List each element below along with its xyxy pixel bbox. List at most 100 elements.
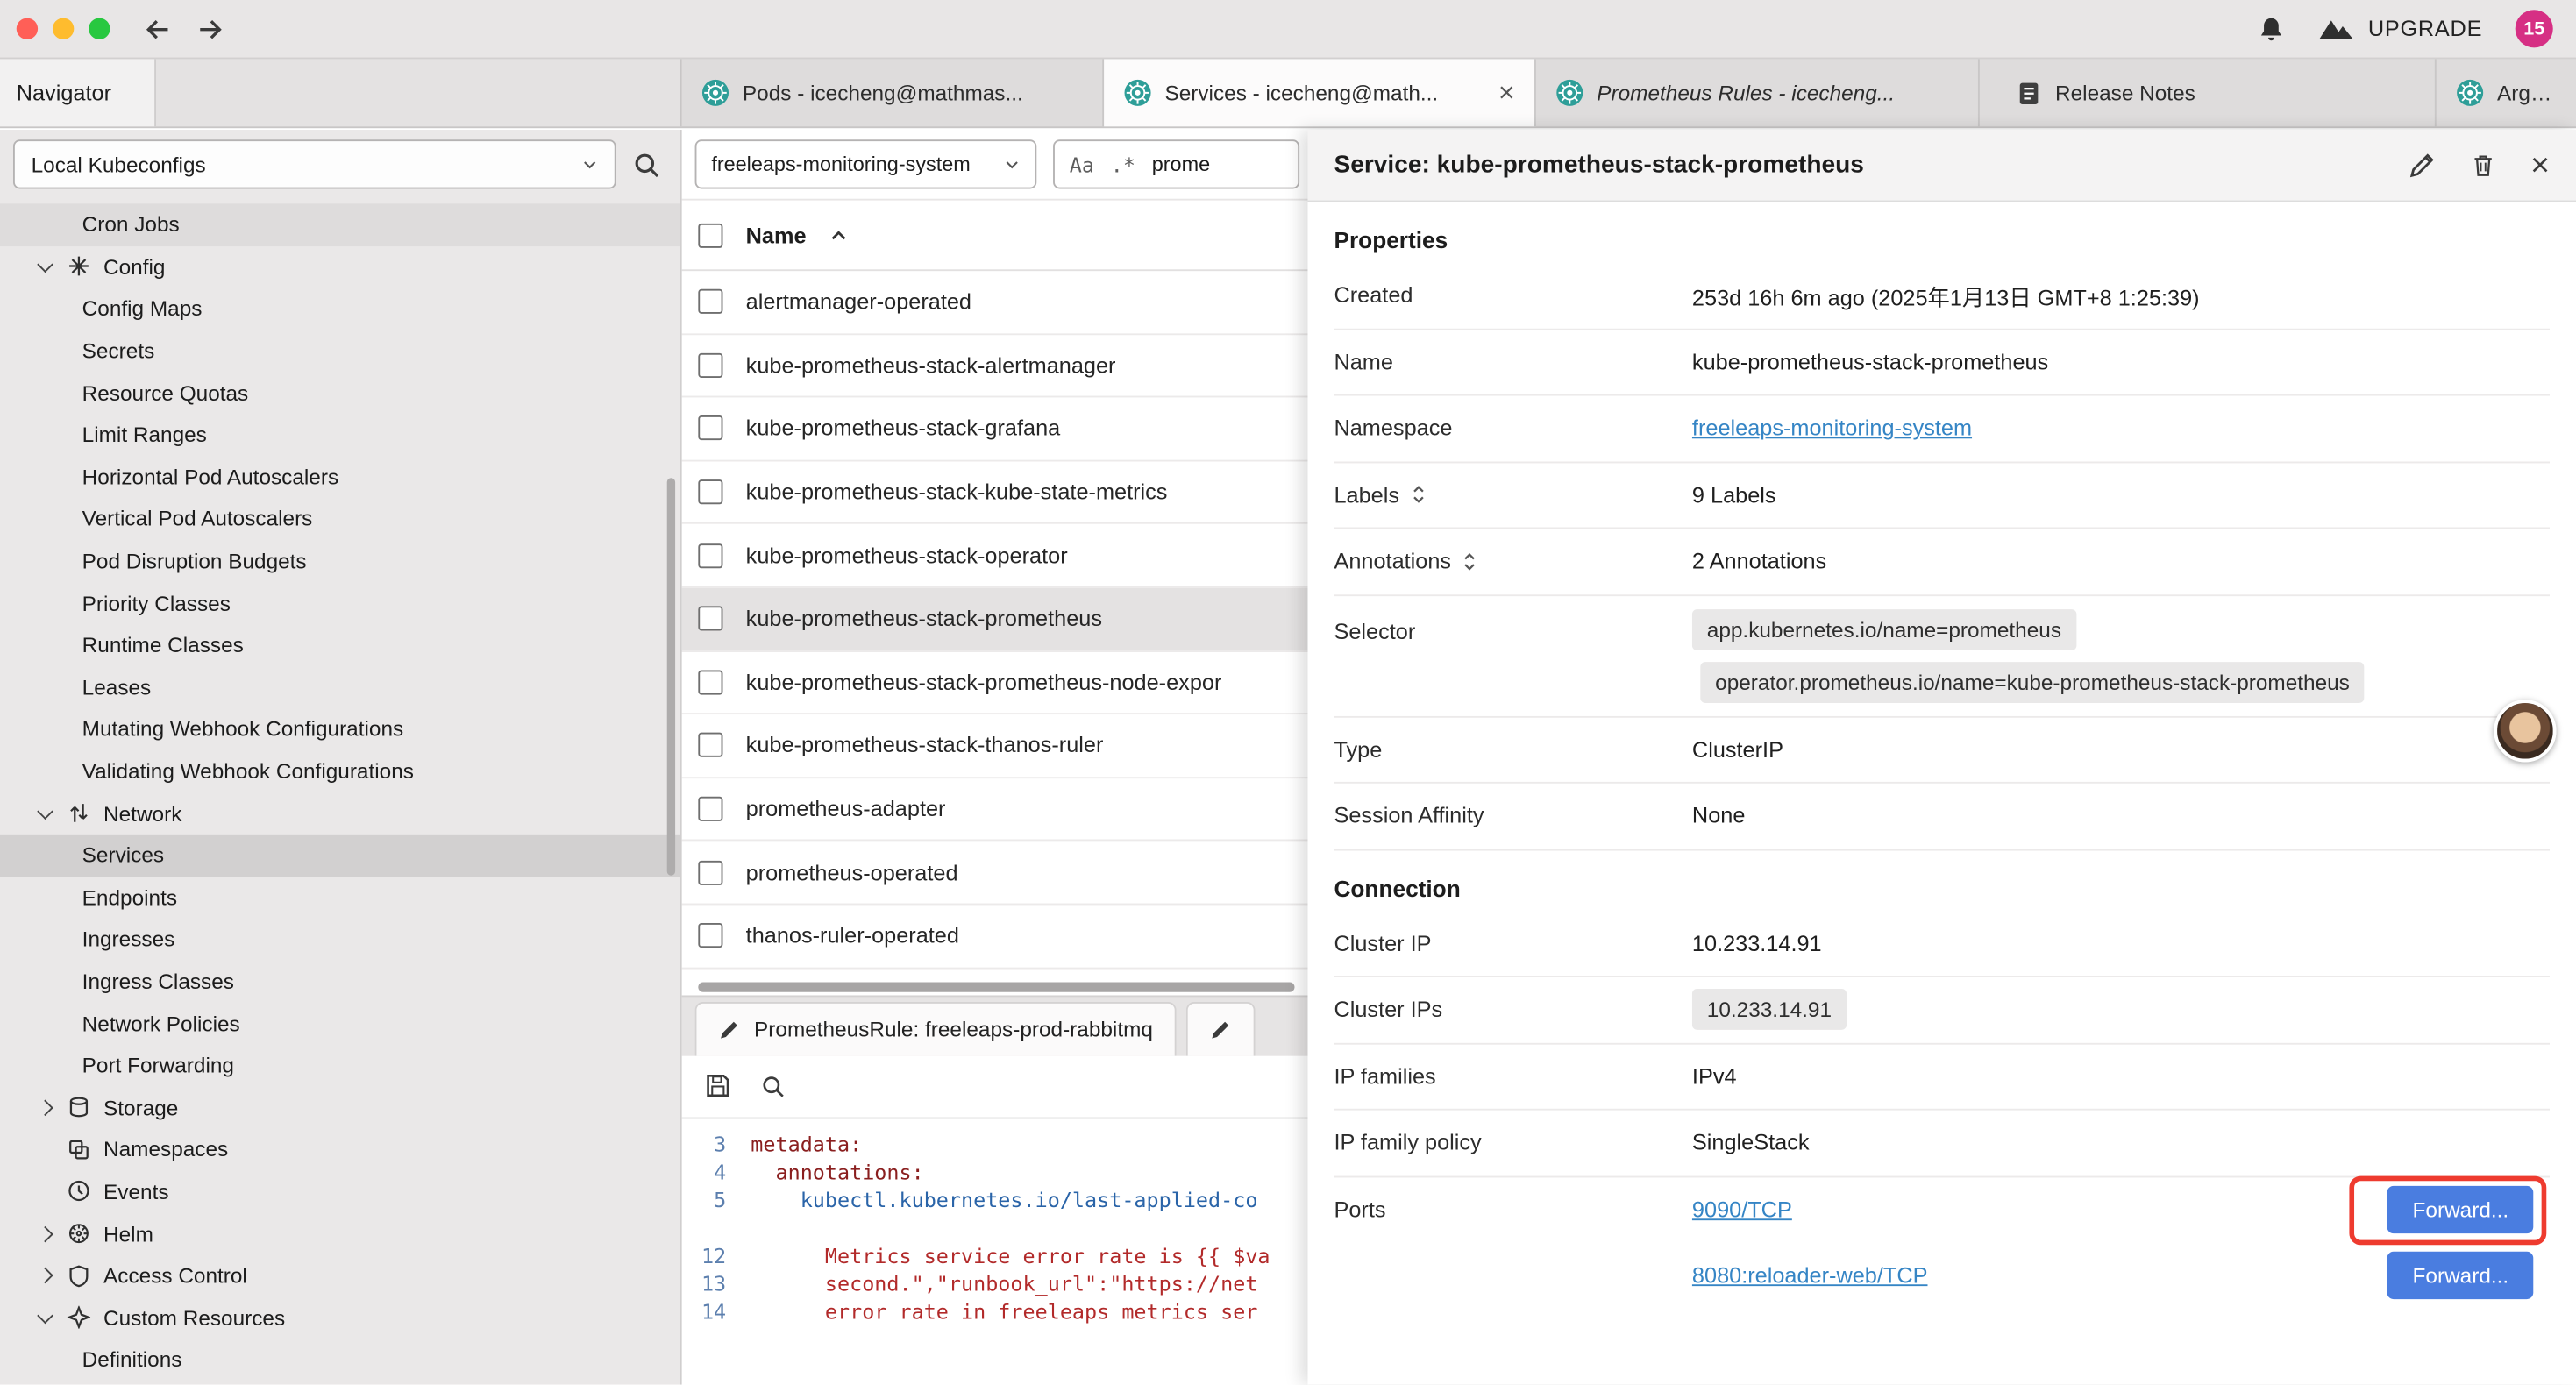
annotations-count[interactable]: 2 Annotations (1692, 549, 1826, 573)
table-row[interactable]: alertmanager-operated (682, 271, 1308, 334)
connection-section-heading: Connection (1334, 875, 2550, 901)
row-checkbox[interactable] (698, 607, 722, 631)
tab-navigator[interactable]: Navigator (0, 59, 156, 126)
delete-icon[interactable] (2472, 151, 2496, 179)
regex-toggle[interactable]: .* (1111, 152, 1135, 176)
user-avatar[interactable] (2494, 700, 2556, 762)
list-search-input[interactable]: Aa .* prome (1053, 139, 1299, 188)
forward-button[interactable] (196, 14, 225, 44)
sidebar-item-vertical-pod-autoscalers[interactable]: Vertical Pod Autoscalers (0, 498, 680, 540)
notifications-bell-icon[interactable] (2258, 14, 2286, 44)
sidebar-item-horizontal-pod-autoscalers[interactable]: Horizontal Pod Autoscalers (0, 456, 680, 498)
horizontal-scrollbar[interactable] (682, 978, 1308, 995)
table-row[interactable]: kube-prometheus-stack-prometheus-node-ex… (682, 651, 1308, 714)
match-case-toggle[interactable]: Aa (1070, 152, 1094, 176)
dock-tab-partial[interactable] (1185, 1001, 1255, 1055)
sidebar-item-custom-resources[interactable]: Custom Resources (0, 1296, 680, 1339)
kubeconfig-selector[interactable]: Local Kubeconfigs (13, 139, 616, 188)
table-row[interactable]: thanos-ruler-operated (682, 905, 1308, 968)
row-checkbox[interactable] (698, 479, 722, 504)
sidebar-item-resource-quotas[interactable]: Resource Quotas (0, 372, 680, 414)
sidebar-item-events[interactable]: Events (0, 1170, 680, 1212)
sidebar-item-secrets[interactable]: Secrets (0, 330, 680, 372)
row-name: prometheus-adapter (746, 797, 946, 821)
expand-toggle-icon[interactable] (1409, 483, 1427, 506)
sidebar-item-leases[interactable]: Leases (0, 666, 680, 708)
row-checkbox[interactable] (698, 797, 722, 821)
sidebar-item-mutating-webhook-configurations[interactable]: Mutating Webhook Configurations (0, 708, 680, 750)
notification-count-badge[interactable]: 15 (2516, 10, 2553, 47)
line-number: 5 (682, 1185, 751, 1213)
sidebar-item-storage[interactable]: Storage (0, 1086, 680, 1128)
row-checkbox[interactable] (698, 289, 722, 314)
sidebar-item-validating-webhook-configurations[interactable]: Validating Webhook Configurations (0, 750, 680, 792)
sort-ascending-icon[interactable] (829, 228, 848, 241)
dock-tab-prometheusrule[interactable]: PrometheusRule: freeleaps-prod-rabbitmq (695, 1001, 1177, 1055)
select-all-checkbox[interactable] (698, 223, 722, 247)
sidebar-item-cron-jobs[interactable]: Cron Jobs (0, 203, 680, 245)
tab-release-notes[interactable]: Release Notes (1980, 59, 2437, 126)
table-row[interactable]: kube-prometheus-stack-kube-state-metrics (682, 461, 1308, 524)
row-checkbox[interactable] (698, 543, 722, 568)
tab-argo[interactable]: Argo S (2437, 59, 2576, 126)
sidebar-item-limit-ranges[interactable]: Limit Ranges (0, 414, 680, 456)
edit-icon[interactable] (2409, 151, 2437, 179)
minimize-window-button[interactable] (53, 18, 74, 39)
row-checkbox[interactable] (698, 860, 722, 884)
port-link[interactable]: 8080:reloader-web/TCP (1692, 1263, 1928, 1288)
zoom-window-button[interactable] (89, 18, 110, 39)
sidebar-item-port-forwarding[interactable]: Port Forwarding (0, 1044, 680, 1086)
row-checkbox[interactable] (698, 923, 722, 948)
ip-families-value: IPv4 (1692, 1064, 1737, 1089)
sidebar-item-priority-classes[interactable]: Priority Classes (0, 582, 680, 624)
back-button[interactable] (143, 14, 173, 44)
tab-pods[interactable]: Pods - icecheng@mathmas... (682, 59, 1105, 126)
editor-search-icon[interactable] (761, 1074, 786, 1098)
expand-toggle-icon[interactable] (1461, 550, 1479, 572)
namespace-filter-select[interactable]: freeleaps-monitoring-system (695, 139, 1037, 188)
sidebar-scrollbar[interactable] (667, 478, 675, 875)
sidebar-item-namespaces[interactable]: Namespaces (0, 1128, 680, 1170)
yaml-editor[interactable]: 3metadata: 4 annotations: 5 kubectl.kube… (682, 1118, 1308, 1384)
row-name: alertmanager-operated (746, 289, 971, 314)
tab-prometheus-rules[interactable]: Prometheus Rules - icecheng... (1536, 59, 1980, 126)
sidebar-item-endpoints[interactable]: Endpoints (0, 877, 680, 919)
forward-button[interactable]: Forward... (2387, 1252, 2533, 1299)
table-row[interactable]: prometheus-adapter (682, 778, 1308, 842)
row-checkbox[interactable] (698, 670, 722, 694)
sidebar-item-runtime-classes[interactable]: Runtime Classes (0, 624, 680, 666)
row-checkbox[interactable] (698, 734, 722, 758)
table-row[interactable]: prometheus-operated (682, 842, 1308, 905)
labels-count[interactable]: 9 Labels (1692, 482, 1776, 507)
close-window-button[interactable] (17, 18, 38, 39)
tab-services[interactable]: Services - icecheng@math... × (1104, 59, 1536, 126)
row-checkbox[interactable] (698, 353, 722, 378)
close-drawer-icon[interactable]: × (2530, 149, 2550, 181)
table-row-selected[interactable]: kube-prometheus-stack-prometheus (682, 588, 1308, 651)
sidebar-item-access-control[interactable]: Access Control (0, 1254, 680, 1296)
sidebar-item-helm[interactable]: Helm (0, 1212, 680, 1254)
table-row[interactable]: kube-prometheus-stack-operator (682, 524, 1308, 587)
forward-button[interactable]: Forward... (2387, 1186, 2533, 1233)
sidebar-item-ingress-classes[interactable]: Ingress Classes (0, 961, 680, 1003)
name-column-header[interactable]: Name (746, 223, 807, 247)
sidebar-search-button[interactable] (632, 150, 660, 178)
ip-family-policy-value: SingleStack (1692, 1131, 1810, 1155)
table-row[interactable]: kube-prometheus-stack-grafana (682, 398, 1308, 461)
sidebar-item-network-policies[interactable]: Network Policies (0, 1002, 680, 1044)
sidebar-item-services[interactable]: Services (0, 835, 680, 877)
sidebar-item-config-maps[interactable]: Config Maps (0, 288, 680, 330)
close-tab-icon[interactable]: × (1485, 79, 1515, 107)
namespace-link[interactable]: freeleaps-monitoring-system (1692, 416, 1972, 441)
sidebar-item-definitions[interactable]: Definitions (0, 1339, 680, 1381)
table-row[interactable]: kube-prometheus-stack-alertmanager (682, 334, 1308, 397)
sidebar-item-network[interactable]: Network (0, 792, 680, 835)
save-icon[interactable] (705, 1073, 731, 1099)
port-link[interactable]: 9090/TCP (1692, 1197, 1792, 1222)
sidebar-item-pod-disruption-budgets[interactable]: Pod Disruption Budgets (0, 540, 680, 582)
sidebar-item-ingresses[interactable]: Ingresses (0, 919, 680, 961)
table-row[interactable]: kube-prometheus-stack-thanos-ruler (682, 714, 1308, 778)
upgrade-button[interactable]: UPGRADE (2319, 17, 2483, 41)
sidebar-item-config[interactable]: Config (0, 245, 680, 288)
row-checkbox[interactable] (698, 416, 722, 441)
